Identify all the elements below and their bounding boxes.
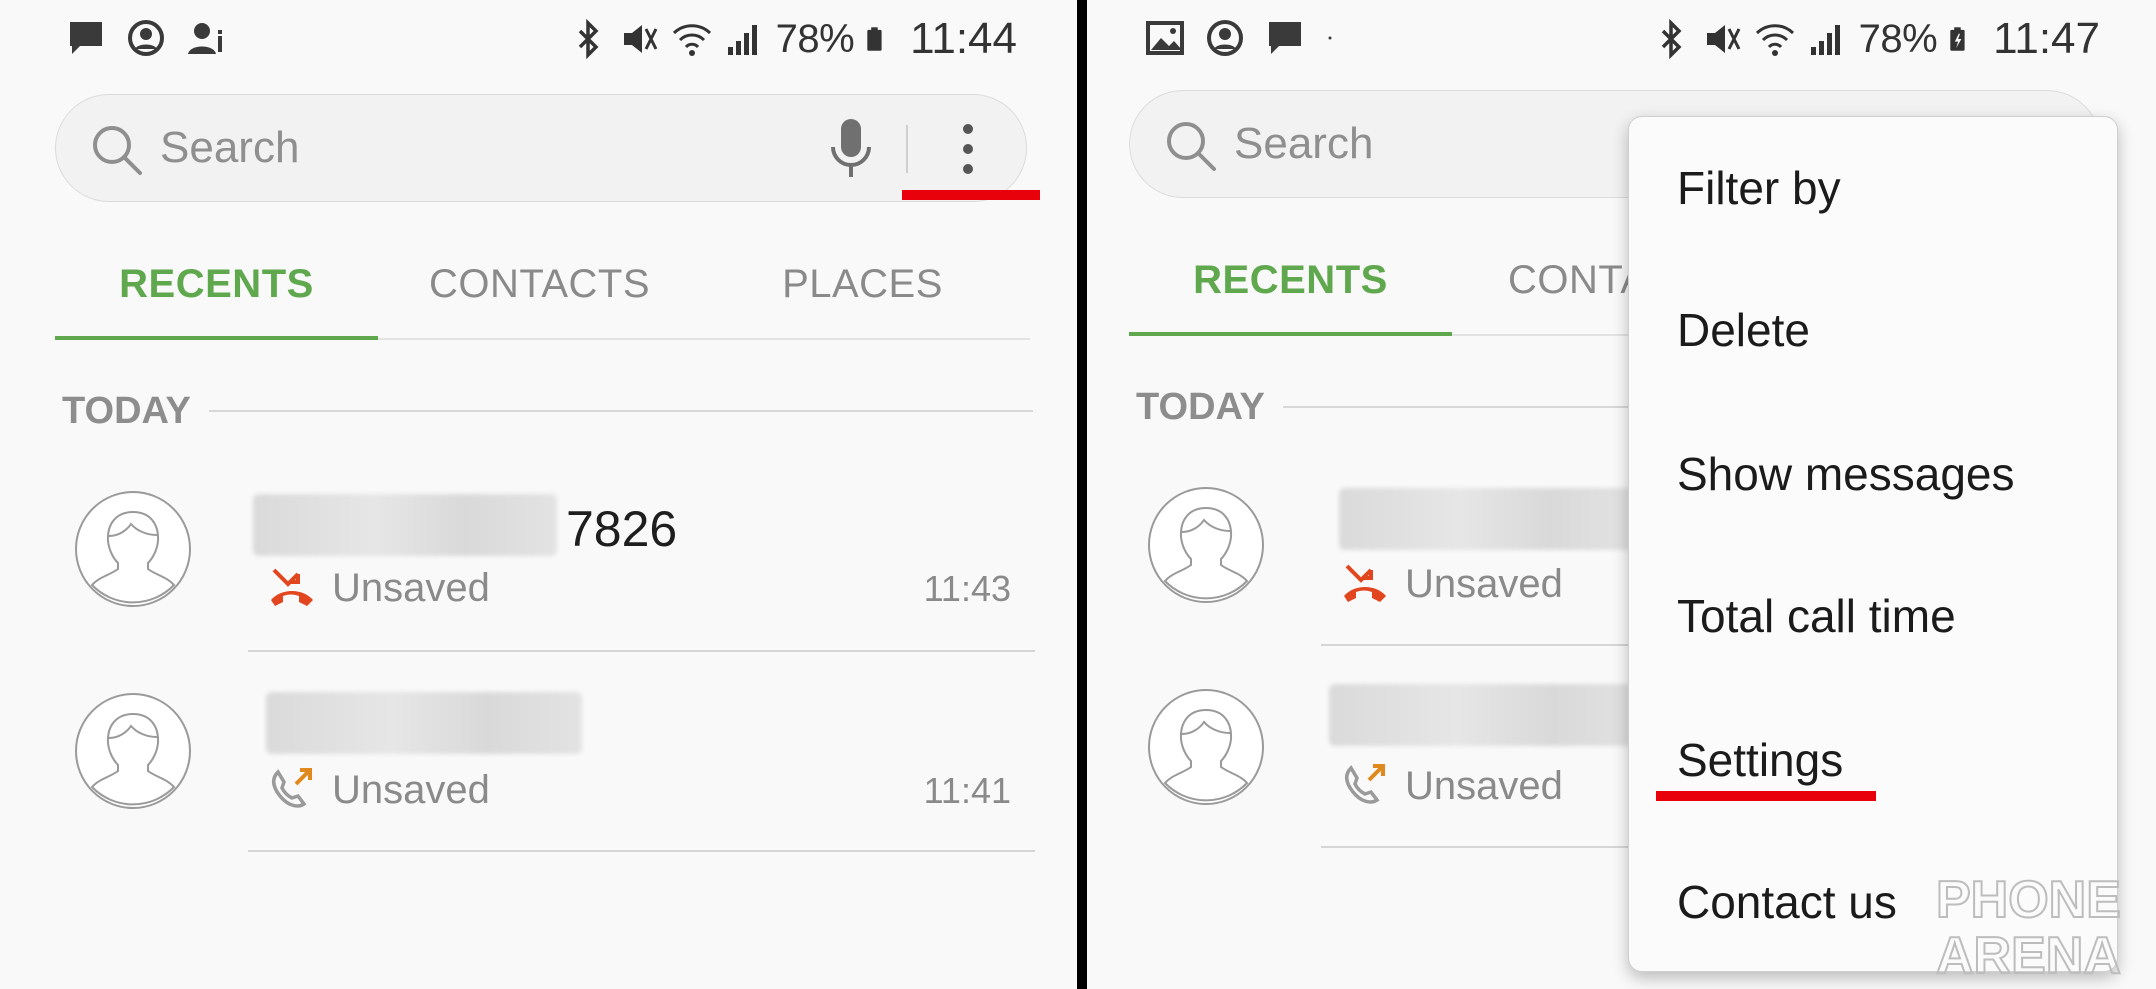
avatar (75, 693, 191, 809)
missed-call-icon (271, 568, 313, 606)
overflow-menu: Filter by Delete Show messages Total cal… (1628, 116, 2118, 972)
call-label: Unsaved (332, 768, 490, 812)
settings-highlight (1656, 791, 1876, 801)
battery-charging-icon (1950, 27, 1965, 51)
row-divider (248, 850, 1035, 852)
wifi-icon (1755, 24, 1794, 56)
call-label: Unsaved (1405, 764, 1563, 808)
status-bar: 78% 11:47 (1087, 0, 2156, 82)
blurred-caller-name (266, 692, 582, 754)
section-divider (192, 410, 1033, 412)
menu-item-contact-us[interactable]: Contact us (1677, 875, 1897, 929)
call-log-row[interactable]: 7826 Unsaved 11:43 (0, 470, 1077, 670)
search-placeholder: Search (1234, 119, 1374, 168)
wifi-icon (672, 24, 711, 56)
more-options-highlight (902, 190, 1040, 200)
tab-bar: RECENTS CONTACTS PLACES (55, 240, 1030, 340)
outgoing-call-icon (1345, 764, 1385, 804)
search-icon (93, 126, 142, 175)
menu-item-total-call-time[interactable]: Total call time (1677, 589, 1956, 643)
phone-screen-left: 78% 11:44 Search RECENTS CONTACTS PLACES… (0, 0, 1077, 989)
section-header: TODAY (62, 390, 1033, 434)
blurred-caller-name (253, 494, 557, 556)
avatar (75, 491, 191, 607)
battery-percentage: 78% (1858, 16, 1938, 61)
section-label: TODAY (1136, 386, 1283, 428)
message-notification-icon (1269, 22, 1301, 54)
more-options-icon[interactable] (958, 121, 978, 177)
clock: 11:44 (910, 14, 1017, 63)
avatar (1148, 487, 1264, 603)
call-label: Unsaved (332, 566, 490, 610)
account-circle-icon (128, 20, 164, 56)
watermark-line-2: ARENA (1936, 927, 2121, 977)
avatar (1148, 689, 1264, 805)
clock: 11:47 (1993, 14, 2100, 63)
microphone-icon[interactable] (826, 117, 876, 181)
tab-places[interactable]: PLACES (701, 240, 1024, 338)
battery-percentage: 78% (775, 16, 855, 61)
blurred-caller-name (1329, 684, 1649, 746)
signal-icon (727, 25, 757, 55)
blurred-caller-name (1339, 488, 1639, 550)
search-bar[interactable]: Search (55, 94, 1027, 202)
missed-call-icon (1344, 564, 1386, 602)
tab-recents[interactable]: RECENTS (55, 240, 378, 340)
section-label: TODAY (62, 390, 209, 432)
tab-recents[interactable]: RECENTS (1129, 236, 1452, 336)
battery-icon (867, 27, 882, 51)
status-bar: 78% 11:44 (0, 0, 1077, 82)
call-time: 11:41 (923, 770, 1011, 811)
call-time: 11:43 (923, 568, 1011, 609)
menu-item-delete[interactable]: Delete (1677, 303, 1810, 357)
account-circle-icon (1207, 20, 1243, 56)
outgoing-call-icon (272, 768, 312, 808)
call-label: Unsaved (1405, 562, 1563, 606)
search-placeholder: Search (160, 123, 300, 172)
caller-number-suffix: 7826 (566, 501, 678, 557)
watermark-line-1: PHONE (1936, 871, 2121, 929)
tab-contacts[interactable]: CONTACTS (378, 240, 701, 338)
vibrate-mute-icon (1706, 25, 1740, 53)
bluetooth-icon (578, 19, 599, 59)
bluetooth-icon (1661, 19, 1682, 59)
person-info-icon (188, 23, 222, 54)
search-divider (906, 125, 908, 173)
more-notifications-dot-icon (1328, 36, 1332, 40)
image-notification-icon (1146, 21, 1184, 55)
menu-item-settings[interactable]: Settings (1677, 733, 1843, 787)
menu-item-filter-by[interactable]: Filter by (1677, 161, 1841, 215)
menu-item-show-messages[interactable]: Show messages (1677, 447, 2015, 501)
signal-icon (1810, 25, 1840, 55)
phonearena-watermark: PHONE ARENA (1935, 870, 2122, 977)
row-divider (248, 650, 1035, 652)
search-icon (1167, 122, 1216, 171)
message-notification-icon (70, 22, 102, 54)
call-log-row[interactable]: Unsaved 11:41 (0, 672, 1077, 872)
vibrate-mute-icon (623, 25, 657, 53)
phone-screen-right: 78% 11:47 Search RECENTS CONTA TODAY Uns… (1087, 0, 2156, 989)
